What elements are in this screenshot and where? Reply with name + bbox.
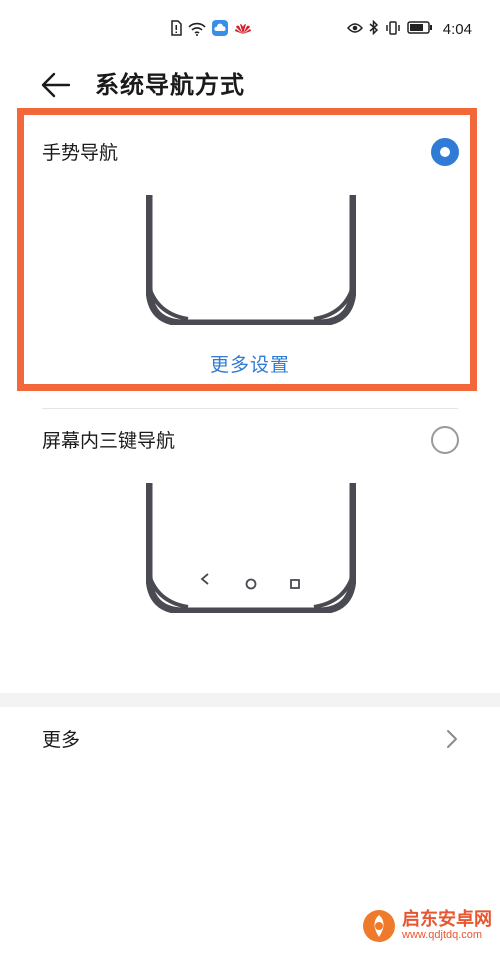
chevron-right-icon [446, 729, 458, 753]
home-circle-icon [245, 578, 257, 590]
back-triangle-icon [200, 573, 209, 585]
page-title: 系统导航方式 [95, 71, 245, 99]
status-bar: 4:04 [0, 0, 500, 58]
status-notifications [170, 20, 252, 40]
back-button[interactable] [36, 68, 76, 102]
radio-gesture-selected[interactable] [431, 138, 459, 166]
huawei-logo-icon [234, 21, 252, 40]
watermark-url: www.qdjtdq.com [402, 928, 483, 941]
battery-icon [407, 21, 433, 38]
vibrate-icon [385, 20, 401, 39]
option-label: 手势导航 [42, 142, 119, 164]
option-label: 屏幕内三键导航 [42, 430, 176, 452]
bluetooth-icon [369, 19, 379, 39]
status-time: 4:04 [442, 21, 472, 38]
watermark-logo-icon [363, 910, 395, 942]
more-settings-link[interactable]: 更多设置 [0, 350, 500, 377]
divider [42, 408, 458, 409]
more-row[interactable]: 更多 [0, 707, 500, 771]
app-header: 系统导航方式 [0, 62, 500, 108]
eye-icon [346, 22, 363, 38]
status-system: 4:04 [346, 19, 472, 39]
recents-square-icon [290, 579, 300, 589]
gesture-phone-illustration [146, 195, 356, 325]
wifi-icon [188, 21, 206, 40]
section-gap [0, 693, 500, 707]
radio-three-key-unselected[interactable] [431, 426, 459, 454]
three-key-phone-illustration [146, 483, 356, 613]
back-arrow-icon [41, 72, 71, 98]
cloud-app-icon [212, 20, 228, 40]
sim-alert-icon [170, 20, 182, 40]
watermark-title: 启东安卓网 [402, 908, 492, 930]
watermark: 启东安卓网 www.qdjtdq.com [362, 909, 492, 943]
more-label: 更多 [42, 729, 81, 751]
